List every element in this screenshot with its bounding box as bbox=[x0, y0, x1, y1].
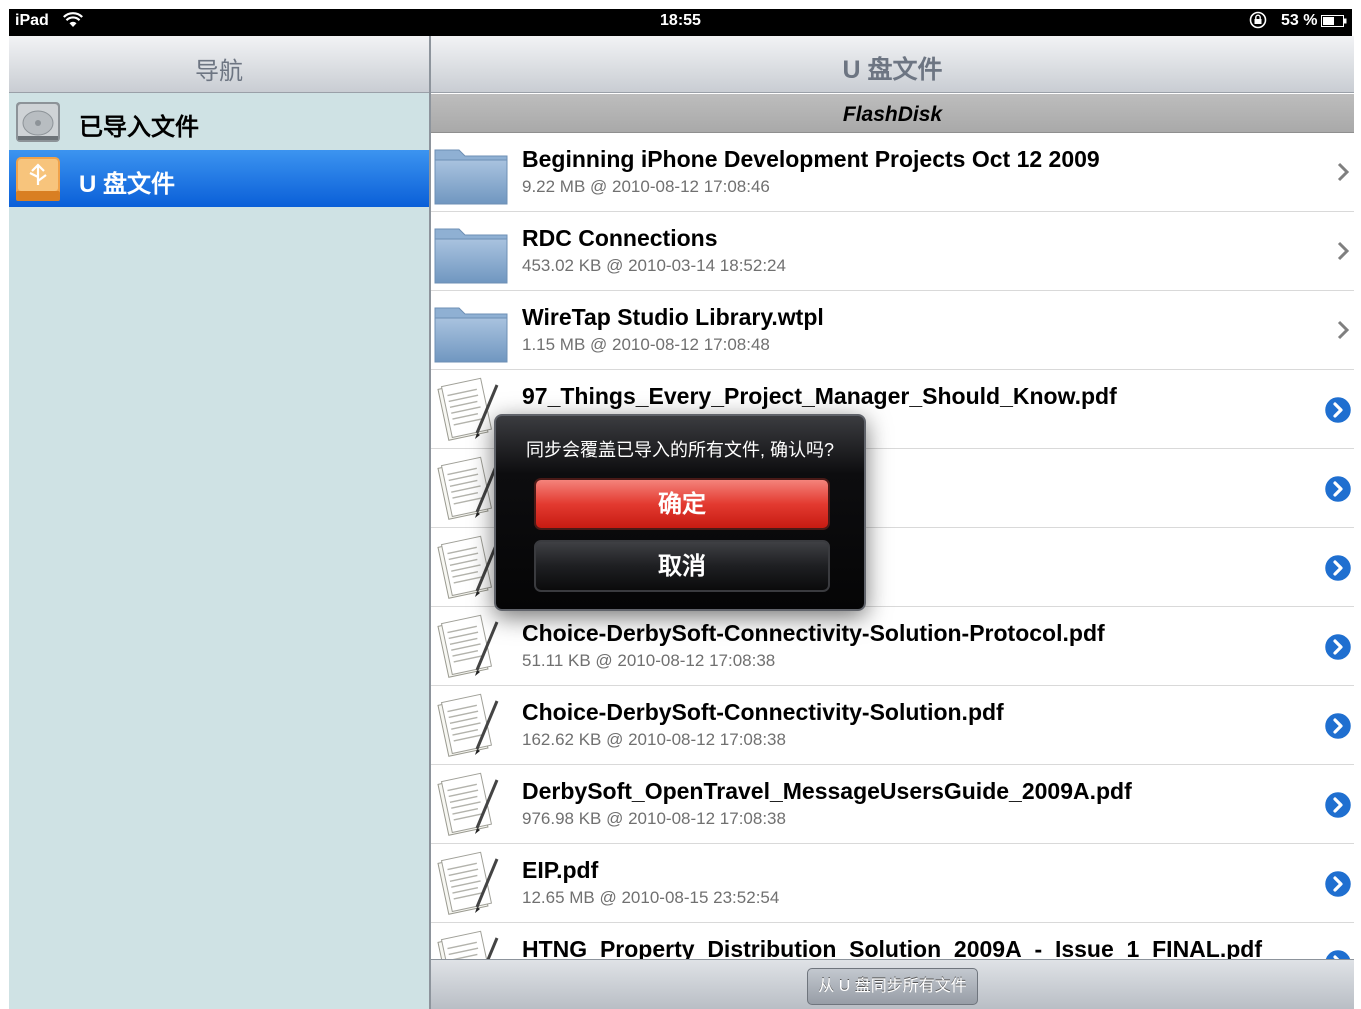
file-name: Choice-DerbySoft-Connectivity-Solution.p… bbox=[522, 699, 1004, 725]
detail-disclosure-icon[interactable] bbox=[1323, 711, 1353, 741]
orientation-lock-icon bbox=[1249, 11, 1267, 29]
battery-icon bbox=[1321, 15, 1347, 27]
cancel-button[interactable]: 取消 bbox=[534, 540, 830, 592]
file-name: HTNG_Property_Distribution_Solution_2009… bbox=[522, 936, 1262, 959]
list-item[interactable]: RDC Connections 453.02 KB @ 2010-03-14 1… bbox=[431, 212, 1354, 291]
folder-icon bbox=[433, 217, 509, 287]
detail-disclosure-icon[interactable] bbox=[1323, 632, 1353, 662]
file-name: RDC Connections bbox=[522, 225, 718, 251]
file-name: WireTap Studio Library.wtpl bbox=[522, 304, 824, 330]
chevron-right-icon bbox=[1337, 241, 1350, 261]
document-icon bbox=[433, 770, 509, 840]
page-title: U 盘文件 bbox=[842, 56, 943, 84]
ipad-screen: iPad 18:55 53 % 导航 已导入文件 U 盘文件 U 盘文件 Fla… bbox=[0, 0, 1361, 1009]
document-icon bbox=[433, 849, 509, 919]
detail-disclosure-icon[interactable] bbox=[1323, 395, 1353, 425]
sidebar-item-imported-files[interactable]: 已导入文件 bbox=[9, 93, 429, 150]
file-name: Beginning iPhone Development Projects Oc… bbox=[522, 146, 1100, 172]
file-name: Choice-DerbySoft-Connectivity-Solution-P… bbox=[522, 620, 1105, 646]
folder-icon bbox=[433, 138, 509, 208]
list-item[interactable]: WireTap Studio Library.wtpl 1.15 MB @ 20… bbox=[431, 291, 1354, 370]
document-icon bbox=[433, 612, 509, 682]
detail-disclosure-icon[interactable] bbox=[1323, 553, 1353, 583]
section-header: FlashDisk bbox=[431, 94, 1354, 133]
status-bar: iPad 18:55 53 % bbox=[0, 0, 1361, 36]
file-name: EIP.pdf bbox=[522, 857, 599, 883]
file-meta: 162.62 KB @ 2010-08-12 17:08:38 bbox=[522, 730, 786, 749]
file-name: DerbySoft_OpenTravel_MessageUsersGuide_2… bbox=[522, 778, 1132, 804]
list-item[interactable]: DerbySoft_OpenTravel_MessageUsersGuide_2… bbox=[431, 765, 1354, 844]
sidebar-item-label: 已导入文件 bbox=[79, 114, 199, 141]
document-icon bbox=[433, 928, 509, 959]
file-meta: 976.98 KB @ 2010-08-12 17:08:38 bbox=[522, 809, 786, 828]
section-title: FlashDisk bbox=[842, 103, 943, 126]
battery-percent: 53 % bbox=[1281, 12, 1318, 29]
file-meta: 453.02 KB @ 2010-03-14 18:52:24 bbox=[522, 256, 786, 275]
list-item[interactable]: Choice-DerbySoft-Connectivity-Solution-P… bbox=[431, 607, 1354, 686]
main-nav-bar: U 盘文件 bbox=[431, 36, 1354, 93]
list-item[interactable]: HTNG_Property_Distribution_Solution_2009… bbox=[431, 923, 1354, 959]
sidebar: 导航 已导入文件 U 盘文件 bbox=[9, 36, 429, 1009]
detail-disclosure-icon[interactable] bbox=[1323, 948, 1353, 959]
chevron-right-icon bbox=[1337, 162, 1350, 182]
file-meta: 12.65 MB @ 2010-08-15 23:52:54 bbox=[522, 888, 780, 907]
chevron-right-icon bbox=[1337, 320, 1350, 340]
detail-disclosure-icon[interactable] bbox=[1323, 790, 1353, 820]
hard-drive-icon bbox=[16, 102, 60, 142]
clock: 18:55 bbox=[660, 12, 701, 29]
usb-drive-icon bbox=[16, 157, 60, 201]
folder-icon bbox=[433, 296, 509, 366]
bottom-toolbar: 从 U 盘同步所有文件 bbox=[431, 959, 1354, 1009]
confirm-button[interactable]: 确定 bbox=[534, 478, 830, 530]
sidebar-item-usb-files[interactable]: U 盘文件 bbox=[9, 150, 429, 207]
dialog-message: 同步会覆盖已导入的所有文件, 确认吗? bbox=[525, 440, 834, 460]
file-meta: 1.15 MB @ 2010-08-12 17:08:48 bbox=[522, 335, 770, 354]
detail-disclosure-icon[interactable] bbox=[1323, 869, 1353, 899]
sidebar-item-label: U 盘文件 bbox=[79, 171, 175, 198]
status-bar-inner: iPad 18:55 53 % bbox=[9, 9, 1352, 36]
file-meta: 9.22 MB @ 2010-08-12 17:08:46 bbox=[522, 177, 770, 196]
list-item[interactable]: EIP.pdf 12.65 MB @ 2010-08-15 23:52:54 bbox=[431, 844, 1354, 923]
list-item[interactable]: Choice-DerbySoft-Connectivity-Solution.p… bbox=[431, 686, 1354, 765]
sidebar-nav-bar: 导航 bbox=[9, 36, 429, 93]
file-name: 97_Things_Every_Project_Manager_Should_K… bbox=[522, 383, 1117, 409]
document-icon bbox=[433, 691, 509, 761]
detail-disclosure-icon[interactable] bbox=[1323, 474, 1353, 504]
list-item[interactable]: Beginning iPhone Development Projects Oc… bbox=[431, 133, 1354, 212]
confirm-dialog: 同步会覆盖已导入的所有文件, 确认吗? 确定 取消 bbox=[494, 414, 866, 611]
sync-all-files-button[interactable]: 从 U 盘同步所有文件 bbox=[807, 968, 978, 1005]
sidebar-title: 导航 bbox=[195, 58, 243, 85]
file-meta: 51.11 KB @ 2010-08-12 17:08:38 bbox=[522, 651, 776, 670]
